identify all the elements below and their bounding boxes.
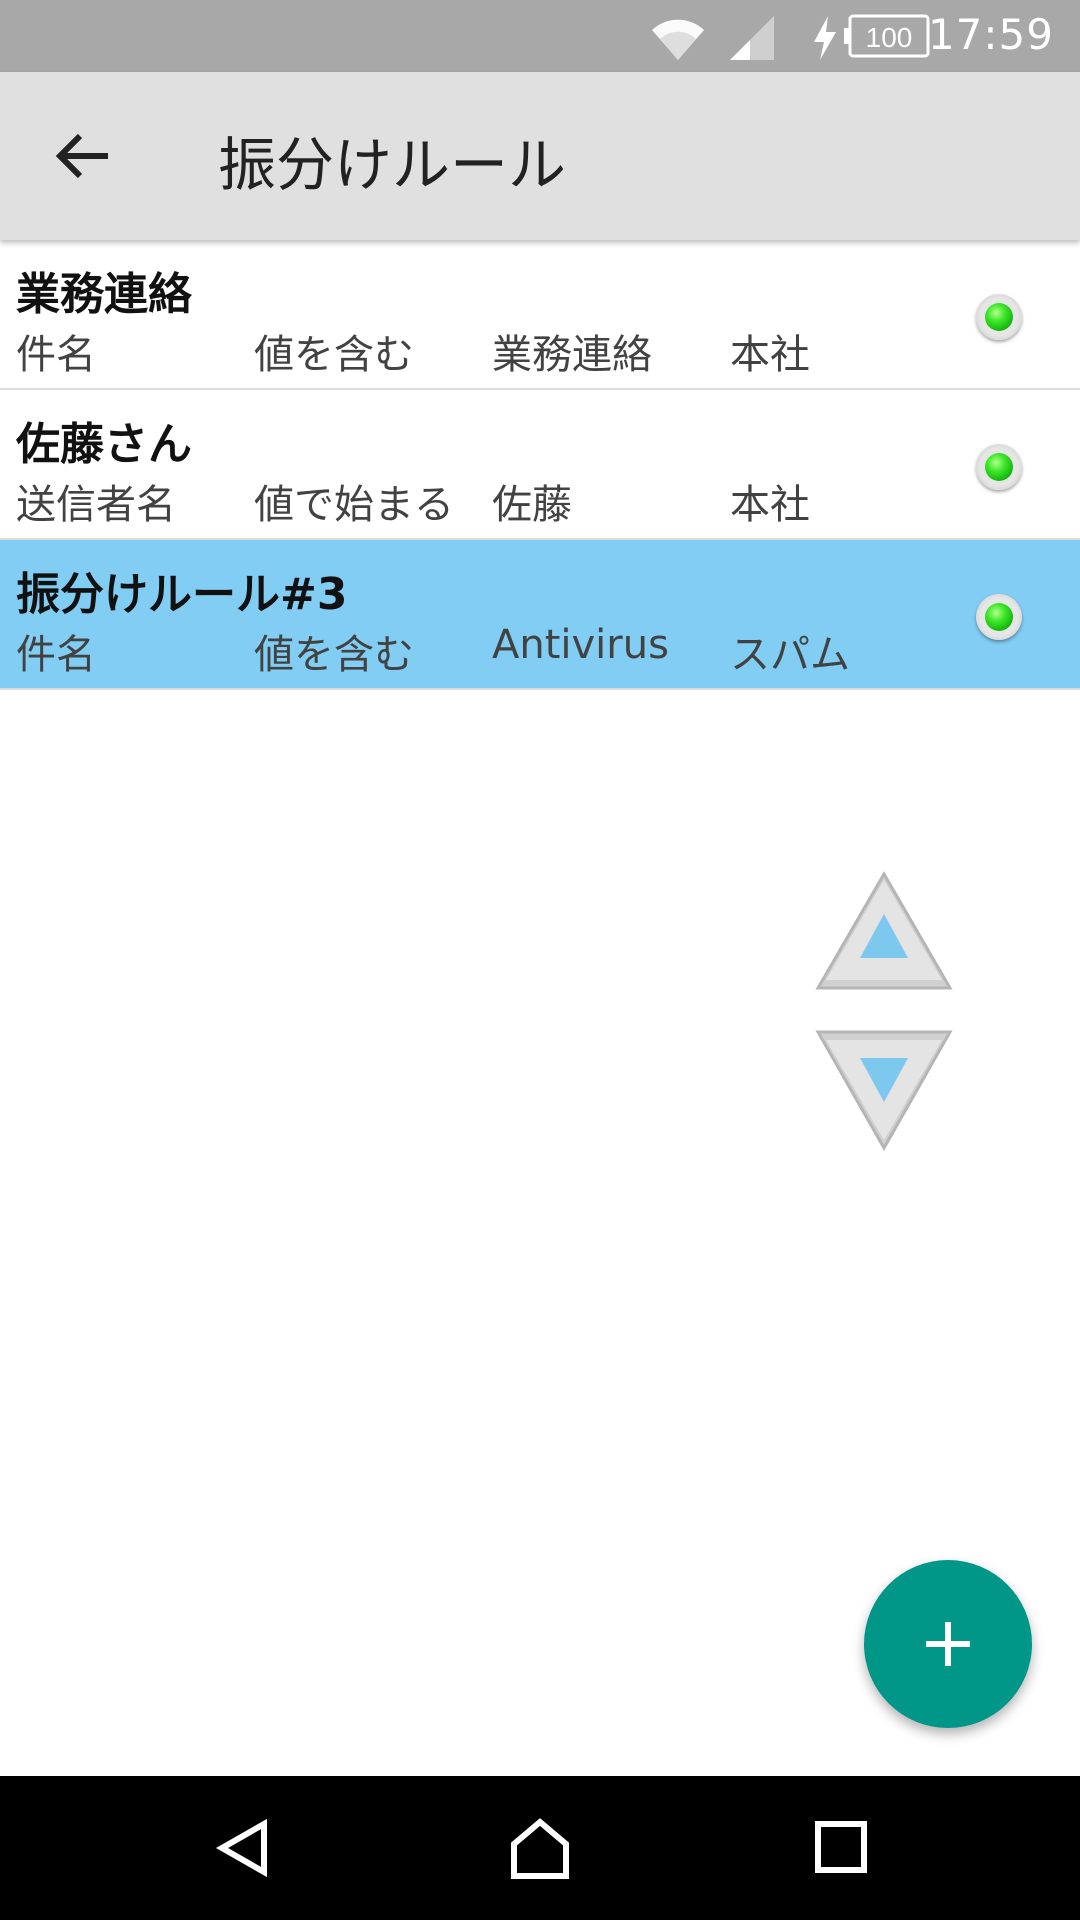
battery-level: 100 [866, 22, 913, 53]
screen: 100 17:59 振分けルール 業務連絡 件名 値を含む 業務連絡 本社 佐藤… [0, 0, 1080, 1920]
battery-icon: 100 [844, 14, 930, 58]
rule-name: 振分けルール#3 [16, 569, 348, 620]
wifi-icon [652, 19, 704, 60]
rule-value: Antivirus [492, 622, 669, 668]
enabled-indicator-icon[interactable] [976, 444, 1022, 490]
enabled-indicator-icon[interactable] [976, 594, 1022, 640]
rule-list: 業務連絡 件名 値を含む 業務連絡 本社 佐藤さん 送信者名 値で始まる 佐藤 … [0, 240, 1080, 690]
move-up-button[interactable] [814, 866, 954, 1006]
add-rule-button[interactable] [864, 1560, 1032, 1728]
rule-name: 佐藤さん [16, 419, 192, 470]
rule-row[interactable]: 業務連絡 件名 値を含む 業務連絡 本社 [0, 240, 1080, 390]
rule-row-selected[interactable]: 振分けルール#3 件名 値を含む Antivirus スパム [0, 540, 1080, 690]
rule-field: 件名 [16, 632, 96, 678]
enabled-indicator-icon[interactable] [976, 294, 1022, 340]
rule-field: 送信者名 [16, 482, 176, 528]
triangle-down-icon [815, 1030, 953, 1152]
rule-field: 件名 [16, 332, 96, 378]
arrow-left-icon [55, 133, 108, 179]
rule-condition: 値で始まる [254, 482, 454, 528]
status-time: 17:59 [927, 10, 1054, 59]
nav-back-icon[interactable] [212, 1818, 272, 1878]
cell-signal-icon [730, 16, 774, 60]
rule-folder: 本社 [730, 332, 810, 378]
nav-recents-icon[interactable] [814, 1820, 868, 1874]
triangle-up-icon [815, 871, 953, 990]
rule-condition: 値を含む [254, 632, 414, 678]
back-button[interactable] [44, 116, 124, 196]
rule-folder: スパム [730, 632, 850, 678]
app-toolbar: 振分けルール [0, 72, 1080, 240]
rule-folder: 本社 [730, 482, 810, 528]
navigation-bar [0, 1776, 1080, 1920]
rule-condition: 値を含む [254, 332, 414, 378]
rule-name: 業務連絡 [16, 269, 192, 320]
rule-row[interactable]: 佐藤さん 送信者名 値で始まる 佐藤 本社 [0, 390, 1080, 540]
charging-bolt-icon [814, 16, 836, 60]
move-down-button[interactable] [814, 1024, 954, 1164]
page-title: 振分けルール [218, 131, 567, 199]
status-bar: 100 17:59 [0, 0, 1080, 72]
rule-value: 業務連絡 [492, 332, 652, 378]
nav-home-icon[interactable] [508, 1816, 572, 1880]
rule-value: 佐藤 [492, 482, 572, 528]
